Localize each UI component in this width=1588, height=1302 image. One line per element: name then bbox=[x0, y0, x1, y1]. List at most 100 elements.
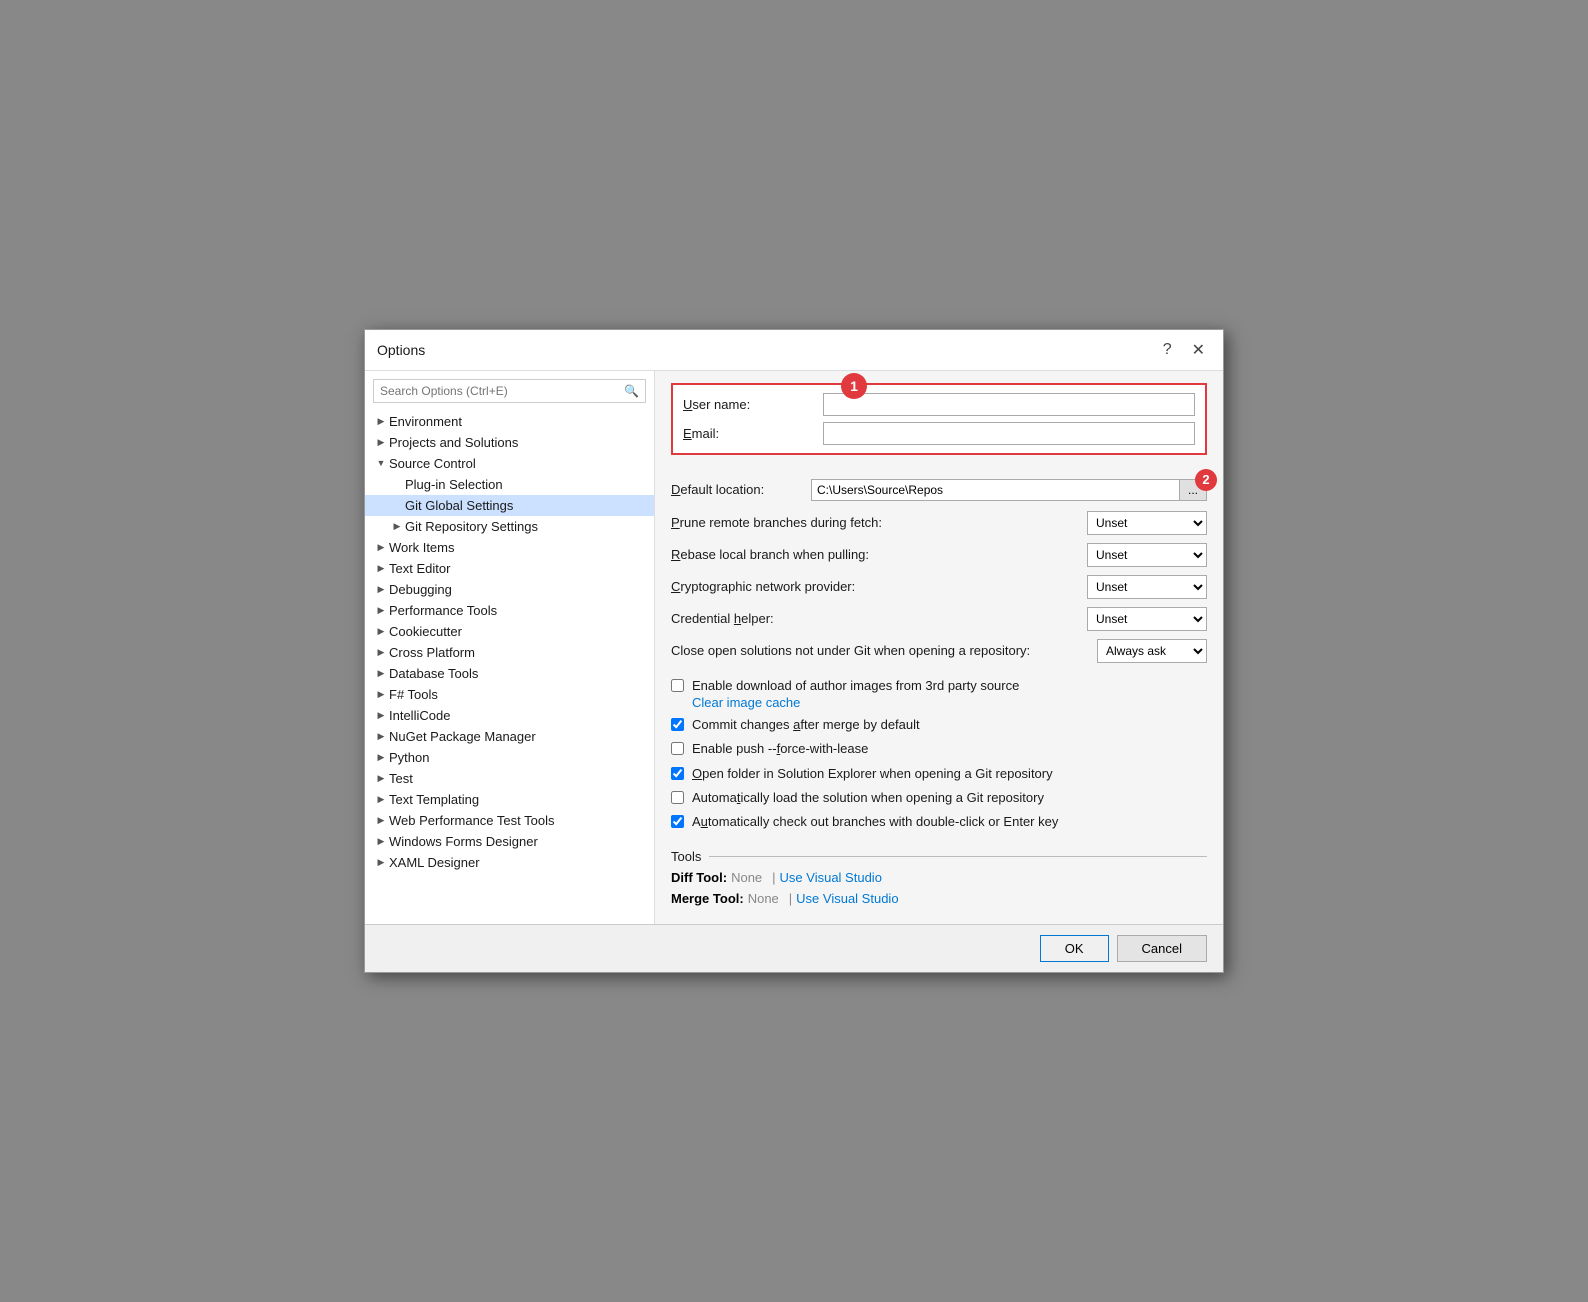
sidebar-item-cross-platform[interactable]: Cross Platform bbox=[365, 642, 654, 663]
dialog-title: Options bbox=[377, 342, 425, 358]
username-row: User name: bbox=[683, 393, 1195, 416]
prune-label: Prune remote branches during fetch: bbox=[671, 515, 1087, 530]
dialog-body: 🔍 EnvironmentProjects and Solutions Sourc… bbox=[365, 371, 1223, 924]
sidebar-item-xaml-designer[interactable]: XAML Designer bbox=[365, 852, 654, 873]
left-panel: 🔍 EnvironmentProjects and Solutions Sourc… bbox=[365, 371, 655, 924]
search-box[interactable]: 🔍 bbox=[373, 379, 646, 403]
tree-arrow-work-items bbox=[373, 542, 389, 553]
options-dialog: Options ? ✕ 🔍 EnvironmentProjects and So… bbox=[364, 329, 1224, 973]
username-label: User name: bbox=[683, 397, 823, 412]
user-email-group: User name: Email: bbox=[671, 383, 1207, 455]
sidebar-item-environment[interactable]: Environment bbox=[365, 411, 654, 432]
default-location-row: Default location: ... 2 bbox=[671, 479, 1207, 501]
tree-arrow-python bbox=[373, 752, 389, 763]
auto-load-checkbox[interactable] bbox=[671, 791, 684, 804]
commit-changes-checkbox[interactable] bbox=[671, 718, 684, 731]
crypto-label: Cryptographic network provider: bbox=[671, 579, 1087, 594]
tree-arrow-windows-forms-designer bbox=[373, 836, 389, 847]
crypto-select[interactable]: Unset True False bbox=[1087, 575, 1207, 599]
clear-image-cache-link[interactable]: Clear image cache bbox=[692, 695, 800, 710]
sidebar-item-label-nuget-package-manager: NuGet Package Manager bbox=[389, 729, 648, 744]
sidebar-item-label-test: Test bbox=[389, 771, 648, 786]
sidebar-item-text-templating[interactable]: Text Templating bbox=[365, 789, 654, 810]
sidebar-item-label-windows-forms-designer: Windows Forms Designer bbox=[389, 834, 648, 849]
sidebar-item-label-database-tools: Database Tools bbox=[389, 666, 648, 681]
enable-download-label: Enable download of author images from 3r… bbox=[692, 678, 1019, 693]
sidebar-item-git-global-settings[interactable]: Git Global Settings bbox=[365, 495, 654, 516]
email-input[interactable] bbox=[823, 422, 1195, 445]
title-bar: Options ? ✕ bbox=[365, 330, 1223, 371]
sidebar-item-python[interactable]: Python bbox=[365, 747, 654, 768]
cancel-button[interactable]: Cancel bbox=[1117, 935, 1207, 962]
tree-arrow-nuget-package-manager bbox=[373, 731, 389, 742]
search-input[interactable] bbox=[374, 380, 618, 402]
username-input[interactable] bbox=[823, 393, 1195, 416]
right-panel: 1 User name: Email: bbox=[655, 371, 1223, 924]
credential-label: Credential helper: bbox=[671, 611, 1087, 626]
tree: EnvironmentProjects and Solutions Source … bbox=[365, 411, 654, 916]
sidebar-item-label-python: Python bbox=[389, 750, 648, 765]
sidebar-item-web-performance-test-tools[interactable]: Web Performance Test Tools bbox=[365, 810, 654, 831]
sidebar-item-projects-solutions[interactable]: Projects and Solutions bbox=[365, 432, 654, 453]
sidebar-item-label-debugging: Debugging bbox=[389, 582, 648, 597]
sidebar-item-cookiecutter[interactable]: Cookiecutter bbox=[365, 621, 654, 642]
close-solutions-select[interactable]: Always ask Yes No bbox=[1097, 639, 1207, 663]
enable-push-checkbox[interactable] bbox=[671, 742, 684, 755]
sidebar-item-label-plugin-selection: Plug-in Selection bbox=[405, 477, 648, 492]
enable-download-row: Enable download of author images from 3r… bbox=[671, 677, 1207, 710]
sidebar-item-label-performance-tools: Performance Tools bbox=[389, 603, 648, 618]
crypto-row: Cryptographic network provider: Unset Tr… bbox=[671, 575, 1207, 599]
sidebar-item-label-cross-platform: Cross Platform bbox=[389, 645, 648, 660]
sidebar-item-label-xaml-designer: XAML Designer bbox=[389, 855, 648, 870]
sidebar-item-label-cookiecutter: Cookiecutter bbox=[389, 624, 648, 639]
tree-arrow-text-templating bbox=[373, 794, 389, 805]
ok-button[interactable]: OK bbox=[1040, 935, 1109, 962]
sidebar-item-label-git-global-settings: Git Global Settings bbox=[405, 498, 648, 513]
email-row: Email: bbox=[683, 422, 1195, 445]
open-folder-checkbox[interactable] bbox=[671, 767, 684, 780]
sidebar-item-database-tools[interactable]: Database Tools bbox=[365, 663, 654, 684]
sidebar-item-label-text-editor: Text Editor bbox=[389, 561, 648, 576]
merge-tool-link[interactable]: Use Visual Studio bbox=[796, 891, 898, 906]
commit-changes-row: Commit changes after merge by default bbox=[671, 716, 1207, 734]
merge-tool-label: Merge Tool: bbox=[671, 891, 744, 906]
sidebar-item-fsharp-tools[interactable]: F# Tools bbox=[365, 684, 654, 705]
sidebar-item-source-control[interactable]: Source Control bbox=[365, 453, 654, 474]
tree-arrow-source-control bbox=[373, 458, 389, 468]
tree-arrow-cross-platform bbox=[373, 647, 389, 658]
sidebar-item-debugging[interactable]: Debugging bbox=[365, 579, 654, 600]
tree-arrow-projects-solutions bbox=[373, 437, 389, 448]
tree-arrow-git-repository-settings bbox=[389, 521, 405, 532]
close-solutions-row: Close open solutions not under Git when … bbox=[671, 639, 1207, 663]
rebase-label: Rebase local branch when pulling: bbox=[671, 547, 1087, 562]
enable-download-checkbox[interactable] bbox=[671, 679, 684, 692]
sidebar-item-label-text-templating: Text Templating bbox=[389, 792, 648, 807]
default-location-input[interactable] bbox=[811, 479, 1180, 501]
sidebar-item-git-repository-settings[interactable]: Git Repository Settings bbox=[365, 516, 654, 537]
sidebar-item-work-items[interactable]: Work Items bbox=[365, 537, 654, 558]
search-icon: 🔍 bbox=[618, 380, 645, 402]
sidebar-item-windows-forms-designer[interactable]: Windows Forms Designer bbox=[365, 831, 654, 852]
sidebar-item-intellicode[interactable]: IntelliCode bbox=[365, 705, 654, 726]
prune-select[interactable]: Unset True False bbox=[1087, 511, 1207, 535]
sidebar-item-label-source-control: Source Control bbox=[389, 456, 648, 471]
help-button[interactable]: ? bbox=[1157, 338, 1178, 362]
sidebar-item-nuget-package-manager[interactable]: NuGet Package Manager bbox=[365, 726, 654, 747]
sidebar-item-label-git-repository-settings: Git Repository Settings bbox=[405, 519, 648, 534]
rebase-select[interactable]: Unset True False bbox=[1087, 543, 1207, 567]
sidebar-item-test[interactable]: Test bbox=[365, 768, 654, 789]
tools-section-title: Tools bbox=[671, 849, 1207, 864]
sidebar-item-plugin-selection[interactable]: Plug-in Selection bbox=[365, 474, 654, 495]
close-button[interactable]: ✕ bbox=[1186, 338, 1211, 362]
prune-row: Prune remote branches during fetch: Unse… bbox=[671, 511, 1207, 535]
bottom-bar: OK Cancel bbox=[365, 924, 1223, 972]
diff-tool-link[interactable]: Use Visual Studio bbox=[780, 870, 882, 885]
tree-arrow-xaml-designer bbox=[373, 857, 389, 868]
tree-arrow-fsharp-tools bbox=[373, 689, 389, 700]
auto-checkout-label: Automatically check out branches with do… bbox=[692, 813, 1058, 831]
sidebar-item-text-editor[interactable]: Text Editor bbox=[365, 558, 654, 579]
auto-checkout-checkbox[interactable] bbox=[671, 815, 684, 828]
sidebar-item-performance-tools[interactable]: Performance Tools bbox=[365, 600, 654, 621]
auto-load-label: Automatically load the solution when ope… bbox=[692, 789, 1044, 807]
credential-select[interactable]: Unset True False bbox=[1087, 607, 1207, 631]
